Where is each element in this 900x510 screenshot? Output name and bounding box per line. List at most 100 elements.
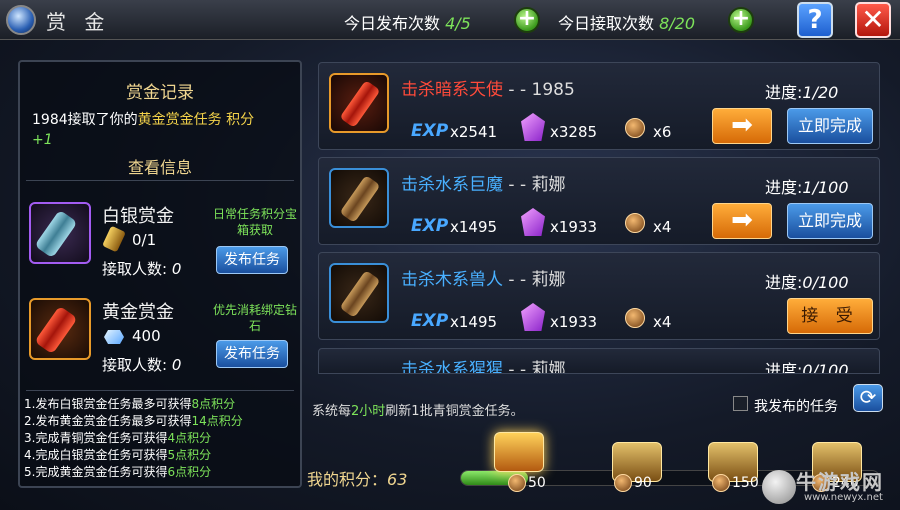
complete-now-button[interactable]: 立即完成 <box>787 108 873 144</box>
coin-reward: x6 <box>653 123 672 141</box>
silver-bounty-icon <box>29 202 91 264</box>
task-progress: 进度:0/100 <box>765 361 849 374</box>
watermark: 牛游戏网 www.newyx.net <box>760 466 900 510</box>
task-title: 击杀水系猩猩 - - 莉娜 <box>401 355 566 374</box>
milestone-value: 150 <box>732 475 759 491</box>
window-title-group: 赏 金 <box>6 4 110 36</box>
accept-count-label: 今日接取次数 <box>558 14 655 33</box>
task-progress: 进度:1/100 <box>765 178 849 197</box>
gem-reward: x1933 <box>550 218 598 236</box>
accept-count: 今日接取次数 8/20 <box>558 10 695 34</box>
task-card: 击杀木系兽人 - - 莉娜 进度:0/100 EXP x1495 x1933 x… <box>318 252 880 340</box>
publish-count-label: 今日发布次数 <box>344 14 441 33</box>
gem-reward: x1933 <box>550 313 598 331</box>
exp-reward: x1495 <box>450 218 498 236</box>
rule-item: 1.发布白银赏金任务最多可获得8点积分 <box>24 397 236 411</box>
accept-count-value: 8/20 <box>659 14 696 33</box>
publish-silver-button[interactable]: 发布任务 <box>216 246 288 274</box>
brown-scroll-icon <box>329 168 389 228</box>
record-entry: 1984接取了你的黄金赏金任务 积分 +1 <box>32 110 296 150</box>
gem-logo-icon <box>6 5 36 35</box>
my-score-label: 我的积分： <box>307 470 388 489</box>
gold-scroll-icon <box>34 305 78 355</box>
task-separator: - - <box>508 270 527 290</box>
coin-reward: x4 <box>653 218 672 236</box>
add-accept-button[interactable]: + <box>728 7 754 33</box>
silver-bounty-name: 白银赏金 <box>102 206 174 227</box>
help-button[interactable]: ? <box>797 2 833 38</box>
view-info-link[interactable]: 查看信息 <box>20 154 300 178</box>
add-publish-button[interactable]: + <box>514 7 540 33</box>
exp-icon: EXP <box>411 121 449 141</box>
treasure-chest-open-icon[interactable] <box>494 432 544 472</box>
purple-gem-icon <box>521 208 545 236</box>
accept-button[interactable]: 接 受 <box>787 298 873 334</box>
publish-gold-button[interactable]: 发布任务 <box>216 340 288 368</box>
gold-takers: 接取人数: 0 <box>102 354 181 375</box>
gold-bounty-name: 黄金赏金 <box>102 302 174 323</box>
record-gold-task: 黄金赏金任务 <box>137 112 222 128</box>
my-score-value: 63 <box>387 470 408 489</box>
publish-count-value: 4/5 <box>445 14 471 33</box>
task-name: 击杀木系兽人 <box>401 270 503 290</box>
gold-takers-value: 0 <box>171 356 182 374</box>
divider <box>26 180 294 181</box>
task-publisher: 莉娜 <box>531 175 566 195</box>
task-card-partial: 击杀水系猩猩 - - 莉娜 进度:0/100 <box>318 348 880 374</box>
silver-hint: 日常任务积分宝箱获取 <box>212 207 297 237</box>
record-prefix: 1984接取了你的 <box>32 112 138 128</box>
bounty-coin-icon <box>625 118 645 138</box>
task-card: 击杀水系巨魔 - - 莉娜 进度:1/100 EXP x1495 x1933 x… <box>318 157 880 245</box>
task-card: 击杀暗系天使 - - 1985 进度:1/20 EXP x2541 x3285 … <box>318 62 880 150</box>
task-name: 击杀暗系天使 <box>401 80 503 100</box>
rule-item: 2.发布黄金赏金任务最多可获得14点积分 <box>24 414 243 428</box>
silver-ticket-icon <box>102 225 126 253</box>
refresh-button[interactable]: ⟳ <box>853 384 883 412</box>
watermark-text: 牛游戏网 <box>796 470 884 494</box>
gold-takers-label: 接取人数: <box>102 356 168 374</box>
bounty-coin-icon <box>508 474 526 492</box>
go-arrow-button[interactable]: ➡ <box>712 203 772 239</box>
my-tasks-label[interactable]: 我发布的任务 <box>754 396 838 416</box>
task-name: 击杀水系巨魔 <box>401 175 503 195</box>
diamond-icon <box>104 330 124 344</box>
window-title: 赏 金 <box>46 9 111 34</box>
bounty-coin-icon <box>625 213 645 233</box>
task-progress: 进度:1/20 <box>765 83 839 102</box>
gold-bounty-icon <box>29 298 91 360</box>
watermark-url: www.newyx.net <box>804 492 883 503</box>
task-publisher: 1985 <box>531 80 575 100</box>
my-tasks-checkbox[interactable] <box>733 396 748 411</box>
silver-scroll-icon <box>34 209 78 259</box>
task-name: 击杀水系猩猩 <box>401 360 503 374</box>
purple-gem-icon <box>521 303 545 331</box>
milestone-value: 90 <box>634 475 652 491</box>
coin-reward: x4 <box>653 313 672 331</box>
gold-bounty-cost: 400 <box>132 327 161 345</box>
rule-item: 3.完成青铜赏金任务可获得4点积分 <box>24 431 212 445</box>
task-publisher: 莉娜 <box>531 270 566 290</box>
red-scroll-icon <box>329 73 389 133</box>
task-publisher: 莉娜 <box>531 360 566 374</box>
task-title: 击杀水系巨魔 - - 莉娜 <box>401 170 566 195</box>
my-score: 我的积分：63 <box>307 466 407 490</box>
bounty-coin-icon <box>712 474 730 492</box>
task-title: 击杀木系兽人 - - 莉娜 <box>401 265 566 290</box>
close-button[interactable]: ✕ <box>855 2 891 38</box>
system-refresh-note: 系统每2小时刷新1批青铜赏金任务。 <box>312 404 524 419</box>
silver-bounty-count: 0/1 <box>132 231 157 249</box>
record-points: +1 <box>32 132 53 148</box>
silver-takers: 接取人数: 0 <box>102 258 181 279</box>
top-bar: 赏 金 今日发布次数 4/5 + 今日接取次数 8/20 + ? ✕ <box>0 0 900 40</box>
purple-gem-icon <box>521 113 545 141</box>
record-points-label: 积分 <box>221 112 255 128</box>
publish-count: 今日发布次数 4/5 <box>344 10 471 34</box>
brown-scroll-icon <box>329 263 389 323</box>
task-progress: 进度:0/100 <box>765 273 849 292</box>
bounty-coin-icon <box>614 474 632 492</box>
go-arrow-button[interactable]: ➡ <box>712 108 772 144</box>
task-separator: - - <box>508 80 527 100</box>
complete-now-button[interactable]: 立即完成 <box>787 203 873 239</box>
exp-icon: EXP <box>411 216 449 236</box>
rule-item: 5.完成黄金赏金任务可获得6点积分 <box>24 465 212 479</box>
